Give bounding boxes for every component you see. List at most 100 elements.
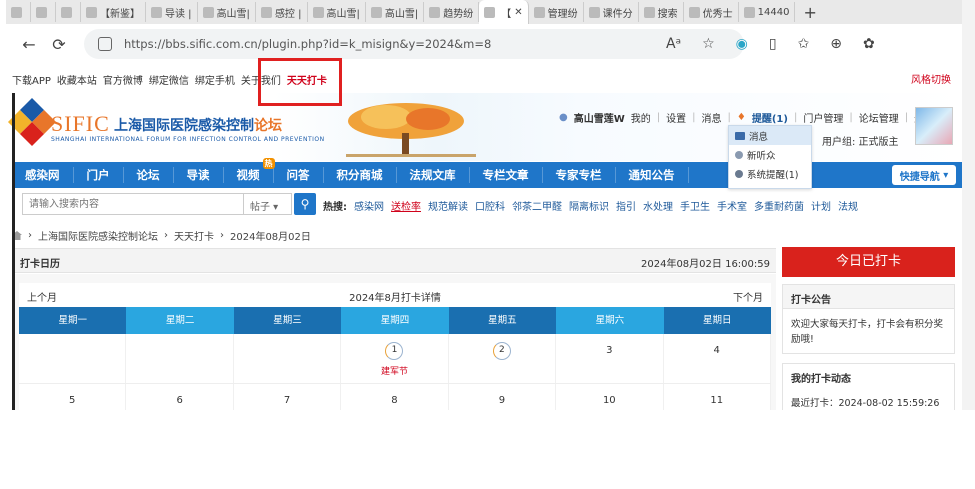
calendar-day[interactable]: 10 xyxy=(556,384,664,410)
search-button[interactable]: ⚲ xyxy=(294,193,316,215)
close-tab-icon[interactable]: ✕ xyxy=(514,7,522,18)
browser-tab[interactable]: 14440 xyxy=(739,2,796,22)
hot-word-link[interactable]: 指引 xyxy=(616,198,636,213)
read-aloud-icon[interactable]: A͏ᵃ xyxy=(666,36,681,52)
search-input[interactable] xyxy=(22,193,244,215)
browser-tab[interactable]: 高山雪| xyxy=(198,2,256,22)
calendar-day[interactable]: 5 xyxy=(19,384,127,410)
user-link-messages[interactable]: 消息 xyxy=(702,110,722,125)
browser-tab[interactable]: 课件分 xyxy=(584,2,639,22)
bookmark-item[interactable]: 收藏本站 xyxy=(57,72,97,87)
browser-tab[interactable]: 优秀士 xyxy=(684,2,739,22)
calendar-day[interactable]: 2 xyxy=(449,334,557,383)
user-link-settings[interactable]: 设置 xyxy=(666,110,686,125)
bookmark-item[interactable]: 下载APP xyxy=(12,72,51,87)
style-switch-link[interactable]: 风格切换 xyxy=(911,71,951,86)
user-link-reminder[interactable]: 提醒(1) xyxy=(752,110,788,125)
hot-word-link[interactable]: 隔离标识 xyxy=(569,198,609,213)
bookmark-item[interactable]: 绑定微信 xyxy=(149,72,189,87)
nav-item[interactable]: 专栏文章 xyxy=(470,167,543,183)
site-header: SIFIC 上海国际医院感染控制论坛 SHANGHAI INTERNATIONA… xyxy=(6,93,963,161)
browser-tab[interactable] xyxy=(31,2,56,22)
day-number: 6 xyxy=(176,395,183,406)
hot-word-link[interactable]: 法规 xyxy=(838,198,858,213)
nav-item[interactable]: 感染网 xyxy=(12,167,74,183)
breadcrumb-checkin[interactable]: 天天打卡 xyxy=(174,228,214,243)
copilot-icon[interactable]: ✿ xyxy=(863,36,875,52)
hot-word-link[interactable]: 口腔科 xyxy=(475,198,505,213)
nav-item[interactable]: 视频热 xyxy=(224,158,275,183)
nav-item[interactable]: 导读 xyxy=(174,167,224,183)
user-group[interactable]: 用户组: 正式版主 xyxy=(822,133,899,148)
favorites-icon[interactable]: ✩ xyxy=(798,36,810,52)
nav-item[interactable]: 法规文库 xyxy=(397,167,470,183)
user-link-forum-admin[interactable]: 论坛管理 xyxy=(859,110,899,125)
browser-tab[interactable] xyxy=(56,2,81,22)
hot-word-link[interactable]: 感染网 xyxy=(354,198,384,213)
browser-tab[interactable]: 趋势纷 xyxy=(424,2,480,22)
calendar-day[interactable]: 1 建军节 xyxy=(341,334,449,383)
popup-item-followers[interactable]: 新听众 xyxy=(729,145,811,164)
back-icon[interactable]: ← xyxy=(14,35,44,54)
tab-favicon-icon xyxy=(151,6,162,18)
hot-word-link[interactable]: 计划 xyxy=(811,198,831,213)
popup-item-message[interactable]: 消息 xyxy=(729,126,811,145)
split-icon[interactable]: ▯ xyxy=(769,36,777,52)
refresh-icon[interactable]: ⟳ xyxy=(44,35,74,54)
hot-word-link[interactable]: 手卫生 xyxy=(680,198,710,213)
star-icon[interactable]: ☆ xyxy=(702,36,715,52)
next-month-link[interactable]: 下个月 xyxy=(733,289,763,304)
browser-tab[interactable]: 高山雪| xyxy=(366,2,425,22)
new-tab-button[interactable]: + xyxy=(795,3,824,22)
collections-icon[interactable]: ⊕ xyxy=(830,36,842,52)
calendar-day[interactable]: 3 xyxy=(556,334,664,383)
quick-nav-label: 快捷导航 xyxy=(899,171,940,183)
browser-tab[interactable]: 【✕ xyxy=(479,0,529,24)
popup-item-system[interactable]: 系统提醒(1) xyxy=(729,164,811,183)
calendar-day xyxy=(234,334,342,383)
browser-tab[interactable]: 【新鉴】 xyxy=(81,2,146,22)
tab-favicon-icon xyxy=(202,6,214,18)
hot-word-link[interactable]: 多重耐药菌 xyxy=(754,198,804,213)
avatar[interactable] xyxy=(915,107,953,145)
nav-item[interactable]: 论坛 xyxy=(124,167,174,183)
calendar-day[interactable]: 7 xyxy=(234,384,342,410)
day-number: 9 xyxy=(498,395,506,406)
nav-item[interactable]: 问答 xyxy=(274,167,324,183)
username-link[interactable]: 高山雪莲W xyxy=(574,110,625,125)
browser-tab[interactable]: 管理纷 xyxy=(529,2,584,22)
prev-month-link[interactable]: 上个月 xyxy=(27,289,57,304)
hot-word-link[interactable]: 送检率 xyxy=(391,198,421,213)
search-type-select[interactable]: 帖子 ▾ xyxy=(244,193,292,215)
nav-item[interactable]: 通知公告 xyxy=(616,167,689,183)
user-link-my[interactable]: 我的 xyxy=(631,110,651,125)
bookmark-item[interactable]: 绑定手机 xyxy=(195,72,235,87)
browser-tab[interactable] xyxy=(6,2,31,22)
tab-favicon-icon xyxy=(36,6,47,18)
nav-item[interactable]: 积分商城 xyxy=(324,167,397,183)
hot-word-link[interactable]: 水处理 xyxy=(643,198,673,213)
browser-tab[interactable]: 搜索 xyxy=(639,2,684,22)
browser-tab[interactable]: 导读 | xyxy=(146,2,198,22)
site-info-icon[interactable] xyxy=(98,37,112,51)
browser-tab[interactable]: 高山雪| xyxy=(308,2,366,22)
calendar-day[interactable]: 4 xyxy=(664,334,771,383)
hot-word-link[interactable]: 邻茶二甲醛 xyxy=(512,198,562,213)
extension-icon[interactable]: ◉ xyxy=(736,36,748,52)
search-type-value: 帖子 xyxy=(250,202,270,213)
browser-tab[interactable]: 感控 | xyxy=(256,2,308,22)
calendar-day[interactable]: 11 xyxy=(664,384,771,410)
bookmark-item[interactable]: 官方微博 xyxy=(103,72,143,87)
user-link-portal[interactable]: 门户管理 xyxy=(803,110,843,125)
calendar-day[interactable]: 9 xyxy=(449,384,557,410)
hot-word-link[interactable]: 规范解读 xyxy=(428,198,468,213)
checkin-status-button[interactable]: 今日已打卡 xyxy=(782,247,955,277)
hot-word-link[interactable]: 手术室 xyxy=(717,198,747,213)
address-bar[interactable]: https://bbs.sific.com.cn/plugin.php?id=k… xyxy=(84,29,744,59)
quick-nav-button[interactable]: 快捷导航 ▾ xyxy=(892,165,956,185)
calendar-day[interactable]: 6 xyxy=(126,384,234,410)
nav-item[interactable]: 专家专栏 xyxy=(543,167,616,183)
nav-item[interactable]: 门户 xyxy=(74,167,124,183)
breadcrumb-forum[interactable]: 上海国际医院感染控制论坛 xyxy=(38,228,158,243)
calendar-day[interactable]: 8 xyxy=(341,384,449,410)
